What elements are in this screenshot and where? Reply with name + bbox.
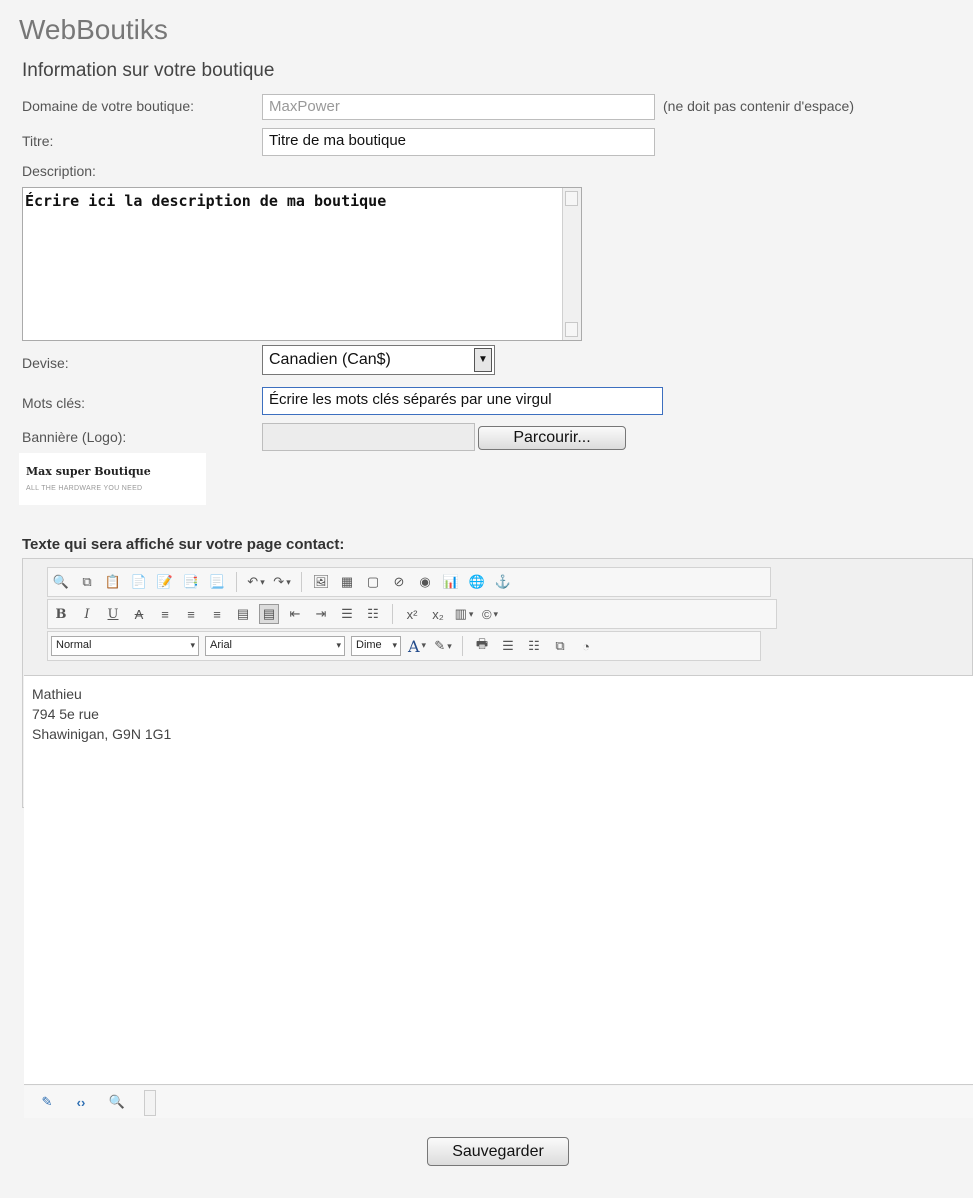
contact-edit-area[interactable]: Mathieu 794 5e rue Shawinigan, G9N 1G1: [24, 675, 973, 1085]
design-mode-icon[interactable]: ✎: [37, 1092, 57, 1112]
bold-icon[interactable]: B: [51, 604, 71, 624]
redo-icon[interactable]: ↷: [272, 572, 292, 592]
print-icon[interactable]: 🖶: [472, 636, 492, 656]
scroll-up-button[interactable]: [565, 191, 578, 206]
banner-label: Bannière (Logo):: [22, 429, 127, 445]
contact-label: Texte qui sera affiché sur votre page co…: [22, 536, 345, 553]
toolbar-separator: [236, 572, 237, 592]
toolbar-row-1: 🔍 ⧉ 📋 📄 📝 📑 📃 ↶ ↷ 🖼 ▦ ▢ ⊘ ◉ 📊 🌐 ⚓: [47, 567, 771, 597]
outdent-icon[interactable]: ⇤: [285, 604, 305, 624]
font-color-icon[interactable]: A: [407, 636, 427, 656]
mode-bar-handle: [144, 1090, 156, 1116]
description-textarea[interactable]: Écrire ici la description de ma boutique: [22, 187, 582, 341]
domain-input[interactable]: MaxPower: [262, 94, 655, 120]
subscript-icon[interactable]: x₂: [428, 604, 448, 624]
numbered-list-icon[interactable]: ☰: [337, 604, 357, 624]
editor-mode-bar: ✎ ‹› 🔍: [24, 1086, 973, 1118]
justify-icon[interactable]: ▤: [233, 604, 253, 624]
media-icon[interactable]: ▢: [363, 572, 383, 592]
preview-mode-icon[interactable]: 🔍: [107, 1092, 127, 1112]
browse-button[interactable]: Parcourir...: [478, 426, 626, 450]
keywords-label: Mots clés:: [22, 395, 86, 411]
undo-icon[interactable]: ↶: [246, 572, 266, 592]
insert-cols-icon[interactable]: ☷: [524, 636, 544, 656]
toolbar-row-3: Normal Arial Dime A ✎ 🖶 ☰ ☷ ⧉ ◔: [47, 631, 761, 661]
banner-file-input[interactable]: [262, 423, 475, 451]
chevron-down-icon[interactable]: ▼: [474, 348, 492, 372]
contact-line-street: 794 5e rue: [32, 706, 99, 722]
align-center-icon[interactable]: ≡: [181, 604, 201, 624]
hyperlink-icon[interactable]: 🌐: [467, 572, 487, 592]
special-char-icon[interactable]: ◉: [415, 572, 435, 592]
toolbar-separator: [392, 604, 393, 624]
description-text: Écrire ici la description de ma boutique: [25, 192, 387, 210]
italic-icon[interactable]: I: [77, 604, 97, 624]
contact-line-city: Shawinigan, G9N 1G1: [32, 726, 172, 742]
indent-icon[interactable]: ⇥: [311, 604, 331, 624]
paste-icon[interactable]: 📋: [103, 572, 123, 592]
size-select[interactable]: Dime: [351, 636, 401, 656]
currency-label: Devise:: [22, 355, 69, 371]
chart-icon[interactable]: 📊: [441, 572, 461, 592]
paste-column-icon[interactable]: ⧉: [550, 636, 570, 656]
logo-text: Max super Boutique: [26, 465, 151, 478]
strikethrough-icon[interactable]: A: [129, 604, 149, 624]
title-label: Titre:: [22, 133, 54, 149]
save-button[interactable]: Sauvegarder: [427, 1137, 569, 1166]
description-scrollbar[interactable]: [562, 188, 581, 340]
paste-html-icon[interactable]: 📑: [181, 572, 201, 592]
font-select[interactable]: Arial: [205, 636, 345, 656]
align-right-icon[interactable]: ≡: [207, 604, 227, 624]
description-label: Description:: [22, 163, 96, 179]
toolbar-separator: [301, 572, 302, 592]
logo-tagline: ALL THE HARDWARE YOU NEED: [26, 485, 143, 492]
bullet-list-icon[interactable]: ☷: [363, 604, 383, 624]
currency-select[interactable]: Canadien (Can$) ▼: [262, 345, 495, 375]
anchor-icon[interactable]: ⚓: [493, 572, 513, 592]
domain-note: (ne doit pas contenir d'espace): [663, 98, 855, 114]
keywords-input[interactable]: Écrire les mots clés séparés par une vir…: [262, 387, 663, 415]
table-props-icon[interactable]: ▥: [454, 604, 474, 624]
title-input[interactable]: Titre de ma boutique: [262, 128, 655, 156]
justify-full-icon[interactable]: ▤: [259, 604, 279, 624]
banner-logo-preview: Max super Boutique ALL THE HARDWARE YOU …: [19, 453, 206, 505]
highlight-icon[interactable]: ✎: [433, 636, 453, 656]
copy-icon[interactable]: ⧉: [77, 572, 97, 592]
section-title: Information sur votre boutique: [22, 60, 275, 81]
insert-rows-icon[interactable]: ☰: [498, 636, 518, 656]
toolbar-separator: [462, 636, 463, 656]
align-left-icon[interactable]: ≡: [155, 604, 175, 624]
contact-line-name: Mathieu: [32, 686, 82, 702]
domain-label: Domaine de votre boutique:: [22, 98, 194, 114]
scroll-down-button[interactable]: [565, 322, 578, 337]
underline-icon[interactable]: U: [103, 604, 123, 624]
flash-icon[interactable]: ⊘: [389, 572, 409, 592]
site-title: WebBoutiks: [19, 14, 168, 45]
table-icon[interactable]: ▦: [337, 572, 357, 592]
symbol-icon[interactable]: ©: [480, 604, 500, 624]
paste-special-icon[interactable]: 📃: [207, 572, 227, 592]
superscript-icon[interactable]: x²: [402, 604, 422, 624]
paste-text-icon[interactable]: 📄: [129, 572, 149, 592]
paste-word-icon[interactable]: 📝: [155, 572, 175, 592]
toolbar-row-2: B I U A ≡ ≡ ≡ ▤ ▤ ⇤ ⇥ ☰ ☷ x² x₂ ▥ ©: [47, 599, 777, 629]
currency-value: Canadien (Can$): [269, 351, 391, 368]
html-mode-icon[interactable]: ‹›: [71, 1092, 91, 1112]
time-icon[interactable]: ◔: [576, 636, 596, 656]
format-select[interactable]: Normal: [51, 636, 199, 656]
image-icon[interactable]: 🖼: [311, 572, 331, 592]
find-icon[interactable]: 🔍: [51, 572, 71, 592]
